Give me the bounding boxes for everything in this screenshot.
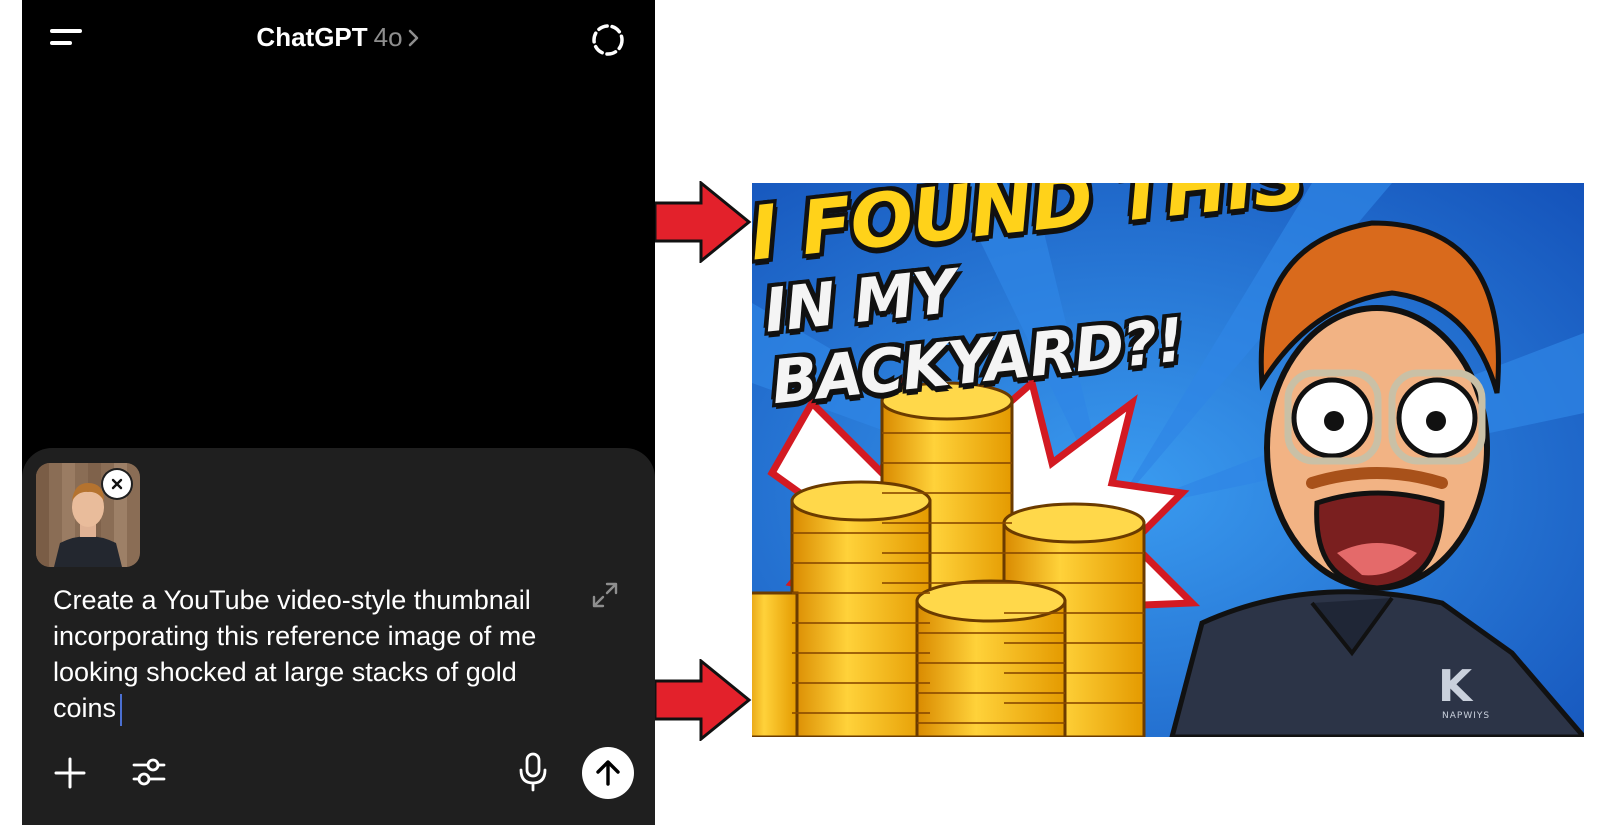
send-button[interactable] bbox=[582, 747, 634, 799]
prompt-text: Create a YouTube video-style thumbnail i… bbox=[53, 585, 537, 723]
plus-icon[interactable] bbox=[52, 755, 88, 791]
expand-icon[interactable] bbox=[590, 580, 620, 610]
red-arrow-top bbox=[653, 179, 753, 265]
model-selector[interactable]: ChatGPT 4o bbox=[22, 22, 655, 55]
shirt-text: NAPWIYS bbox=[1442, 711, 1491, 721]
text-cursor bbox=[120, 693, 123, 726]
temporary-chat-icon[interactable] bbox=[590, 22, 626, 58]
chevron-right-icon bbox=[407, 24, 421, 55]
app-title: ChatGPT bbox=[256, 22, 368, 52]
microphone-icon[interactable] bbox=[516, 752, 550, 792]
prompt-input[interactable]: Create a YouTube video-style thumbnail i… bbox=[53, 582, 563, 726]
arrow-up-icon bbox=[596, 760, 620, 786]
sliders-icon[interactable] bbox=[130, 753, 168, 791]
close-icon bbox=[111, 478, 123, 490]
shirt-logo: K bbox=[1438, 661, 1473, 712]
model-label: 4o bbox=[373, 22, 403, 52]
chatgpt-app-screen: ChatGPT 4o Create a YouTube video-style … bbox=[22, 0, 655, 825]
generated-thumbnail-image: I FOUND THIS IN MY BACKYARD?! K NAPWIYS bbox=[752, 183, 1584, 737]
red-arrow-bottom bbox=[653, 657, 753, 743]
remove-attachment-button[interactable] bbox=[103, 470, 131, 498]
message-composer: Create a YouTube video-style thumbnail i… bbox=[22, 448, 655, 825]
top-bar: ChatGPT 4o bbox=[22, 0, 655, 80]
